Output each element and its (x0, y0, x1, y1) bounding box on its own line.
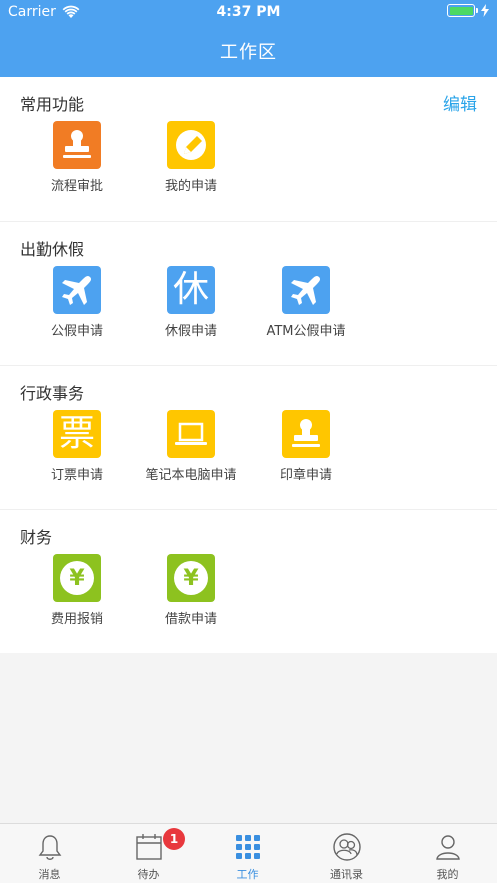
tab-label: 我的 (436, 868, 459, 881)
tab-label: 通讯录 (330, 868, 363, 881)
grid-item-atm-official-leave[interactable]: ATM公假申请 (246, 266, 366, 339)
tab-label: 待办 (137, 868, 160, 881)
header: Carrier 4:37 PM 工作区 (0, 0, 497, 77)
section-title: 出勤休假 (20, 240, 85, 259)
rest-character-icon: 休 (167, 266, 215, 314)
airplane-icon (53, 266, 101, 314)
tab-messages[interactable]: 消息 (0, 824, 99, 883)
grid-item-official-leave[interactable]: 公假申请 (17, 266, 137, 339)
grid-item-label: 流程审批 (50, 179, 103, 194)
grid-item-process-approval[interactable]: 流程审批 (17, 121, 137, 194)
section-title: 常用功能 (20, 95, 85, 114)
function-grid: 公假申请 休 休假申请 ATM公假申请 (0, 266, 497, 346)
yen-coin-icon: ¥ (167, 554, 215, 602)
icon-glyph: 休 (172, 269, 209, 310)
pencil-circle-icon (167, 121, 215, 169)
grid-item-label: 借款申请 (164, 612, 217, 627)
ticket-character-icon: 票 (53, 410, 101, 458)
function-grid: 票 订票申请 笔记本电脑申请 印章申请 (0, 410, 497, 490)
yen-coin-icon: ¥ (53, 554, 101, 602)
function-grid: 流程审批 我的申请 (0, 121, 497, 201)
laptop-icon (167, 410, 215, 458)
edit-button[interactable]: 编辑 (443, 90, 477, 115)
section-title: 行政事务 (20, 384, 85, 403)
grid-item-label: 订票申请 (50, 468, 103, 483)
notification-badge: 1 (163, 828, 185, 850)
section-finance: 财务 ¥ 费用报销 ¥ 借款申请 (0, 509, 497, 653)
tab-me[interactable]: 我的 (398, 824, 497, 883)
work-area-content: 常用功能 编辑 流程审批 我的申请 出勤休假 公假申请 休 休假申请 ATM公假… (0, 77, 497, 653)
page-title: 工作区 (220, 42, 277, 63)
tab-label: 工作 (236, 868, 259, 881)
grid-item-label: 印章申请 (279, 468, 332, 483)
grid-item-laptop-request[interactable]: 笔记本电脑申请 (131, 410, 251, 483)
stamp-icon (282, 410, 330, 458)
grid-item-expense-reimbursement[interactable]: ¥ 费用报销 (17, 554, 137, 627)
grid-item-label: ATM公假申请 (266, 324, 346, 339)
grid-item-loan-request[interactable]: ¥ 借款申请 (131, 554, 251, 627)
charging-bolt-icon (481, 4, 489, 17)
grid-item-vacation-leave[interactable]: 休 休假申请 (131, 266, 251, 339)
grid-item-seal-request[interactable]: 印章申请 (246, 410, 366, 483)
grid-icon (235, 835, 260, 859)
stamp-icon (53, 121, 101, 169)
grid-item-ticket-booking[interactable]: 票 订票申请 (17, 410, 137, 483)
tab-todo[interactable]: 待办 1 (99, 824, 198, 883)
grid-item-label: 笔记本电脑申请 (145, 468, 237, 483)
section-administrative-affairs: 行政事务 票 订票申请 笔记本电脑申请 印章申请 (0, 365, 497, 509)
bell-icon (38, 835, 61, 860)
calendar-icon (135, 834, 162, 860)
icon-glyph: ¥ (69, 565, 85, 591)
bottom-tab-bar: 消息 待办 1 工作 通讯录 我的 (0, 823, 497, 883)
person-icon (435, 835, 460, 860)
tab-work[interactable]: 工作 (198, 824, 297, 883)
status-bar: Carrier 4:37 PM (0, 0, 497, 26)
section-title: 财务 (20, 528, 53, 547)
grid-item-label: 公假申请 (50, 324, 103, 339)
status-right (447, 4, 489, 17)
grid-item-label: 我的申请 (164, 179, 217, 194)
battery-icon (447, 4, 478, 17)
grid-item-label: 休假申请 (164, 324, 217, 339)
function-grid: ¥ 费用报销 ¥ 借款申请 (0, 554, 497, 634)
status-time: 4:37 PM (216, 4, 281, 20)
section-attendance-leave: 出勤休假 公假申请 休 休假申请 ATM公假申请 (0, 221, 497, 365)
grid-item-label: 费用报销 (50, 612, 103, 627)
section-common-functions: 常用功能 编辑 流程审批 我的申请 (0, 77, 497, 221)
contacts-icon (332, 833, 361, 861)
icon-glyph: ¥ (183, 565, 199, 591)
tab-contacts[interactable]: 通讯录 (297, 824, 396, 883)
icon-glyph: 票 (58, 413, 95, 454)
grid-item-my-applications[interactable]: 我的申请 (131, 121, 251, 194)
tab-label: 消息 (38, 868, 61, 881)
airplane-icon (282, 266, 330, 314)
